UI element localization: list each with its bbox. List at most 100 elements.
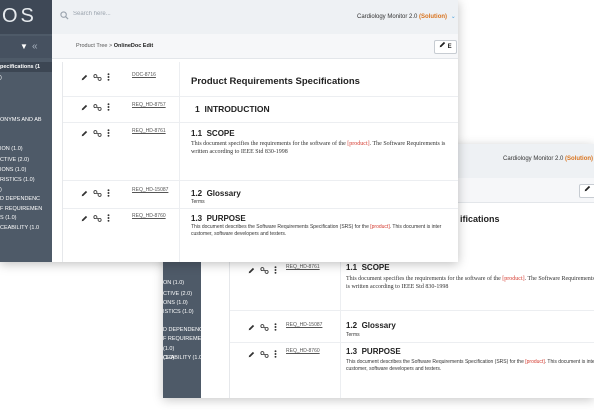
document-area: DOC-8716 Product Requirements Specificat… — [62, 62, 458, 262]
tree-item[interactable]: D DEPENDENC — [163, 327, 203, 333]
tree-item[interactable]: ION (1.0) — [0, 146, 23, 152]
document-id[interactable]: DOC-8716 — [132, 72, 156, 78]
link-icon[interactable] — [93, 129, 102, 137]
search-input[interactable] — [73, 11, 193, 17]
row-divider — [63, 208, 458, 209]
more-icon[interactable] — [274, 323, 277, 331]
row-actions — [81, 214, 110, 222]
tree-item[interactable]: F REQUIREMEN — [163, 336, 205, 342]
pencil-icon[interactable] — [248, 351, 255, 358]
requirement-id[interactable]: REQ_HD-15087 — [132, 187, 168, 193]
tree-item[interactable]: ISTICS (1.0) — [163, 309, 194, 315]
tree-item[interactable]: IONS (1.0) — [0, 167, 26, 173]
tree-item[interactable]: S (1.0) — [0, 215, 17, 221]
row-actions — [81, 103, 110, 111]
edit-button[interactable] — [579, 184, 594, 198]
sidebar-controls: ▼ « — [0, 36, 52, 58]
more-icon[interactable] — [107, 129, 110, 137]
body-text: This document describes the Software Req… — [346, 359, 526, 365]
project-selector[interactable]: Cardiology Monitor 2.0 (Solution) ⌄ — [357, 13, 456, 20]
section-heading: 1.1 SCOPE — [191, 129, 235, 138]
link-icon[interactable] — [93, 214, 102, 222]
pencil-icon[interactable] — [81, 190, 88, 197]
section-body: This document describes the Software Req… — [191, 224, 457, 238]
tree-item[interactable]: ON (1.0) — [163, 280, 184, 286]
tree-item[interactable]: (1.0) — [163, 346, 174, 352]
tree-item[interactable]: ONS (1.0) — [163, 300, 188, 306]
tree-item[interactable]: CTIVE (2.0) — [163, 291, 192, 297]
requirement-id[interactable]: REQ_HD-8757 — [132, 102, 166, 108]
breadcrumb: Product Tree > OnlineDoc Edit — [76, 43, 153, 49]
more-icon[interactable] — [107, 103, 110, 111]
pencil-icon[interactable] — [81, 215, 88, 222]
breadcrumb-root[interactable]: Product Tree — [76, 43, 108, 49]
body-text: This document describes the Software Req… — [191, 224, 371, 230]
pencil-icon[interactable] — [248, 324, 255, 331]
edit-button[interactable]: E — [434, 40, 457, 54]
logo-bar: OS — [0, 0, 52, 34]
link-icon[interactable] — [260, 266, 269, 274]
row-actions — [81, 73, 110, 81]
project-name: Cardiology Monitor 2.0 — [503, 156, 564, 162]
row-actions — [248, 266, 277, 274]
section-body: This document specifies the requirements… — [191, 140, 457, 156]
pencil-icon[interactable] — [81, 74, 88, 81]
section-title: Glossary — [361, 321, 396, 330]
project-selector[interactable]: Cardiology Monitor 2.0 (Solution) — [503, 156, 593, 162]
more-icon[interactable] — [107, 189, 110, 197]
requirement-id[interactable]: REQ_HD-8761 — [286, 264, 320, 270]
product-placeholder: [product] — [370, 224, 390, 230]
breadcrumb-separator: > — [109, 43, 113, 49]
breadcrumb-bar: Product Tree > OnlineDoc Edit E — [52, 34, 458, 59]
tree-item[interactable]: ) — [0, 75, 2, 81]
tree-item[interactable]: pecifications (1 — [0, 64, 40, 70]
section-number: 1.2 — [346, 321, 358, 330]
link-icon[interactable] — [93, 103, 102, 111]
row-actions — [248, 323, 277, 331]
app-logo[interactable]: OS — [2, 5, 37, 28]
document-title: ifications — [460, 214, 500, 224]
edit-button-label: E — [447, 44, 452, 50]
requirement-id[interactable]: REQ_HD-15087 — [286, 322, 322, 328]
link-icon[interactable] — [93, 73, 102, 81]
more-icon[interactable] — [274, 266, 277, 274]
section-number: 1.3 — [191, 214, 203, 223]
row-actions — [81, 189, 110, 197]
search-icon — [60, 11, 69, 20]
section-title: SCOPE — [361, 263, 390, 272]
chevron-down-icon: ⌄ — [450, 14, 456, 20]
tree-item[interactable]: ONYMS AND AB — [0, 117, 42, 123]
link-icon[interactable] — [93, 189, 102, 197]
row-divider — [63, 122, 458, 123]
requirement-id[interactable]: REQ_HD-8760 — [132, 213, 166, 219]
more-icon[interactable] — [274, 350, 277, 358]
tree-item[interactable]: CTIVE (2.0) — [0, 157, 29, 163]
row-actions — [248, 350, 277, 358]
tree-item[interactable]: D DEPENDENC — [0, 196, 40, 202]
pencil-icon[interactable] — [248, 267, 255, 274]
more-icon[interactable] — [107, 73, 110, 81]
link-icon[interactable] — [260, 323, 269, 331]
section-heading: 1.2 Glossary — [191, 189, 241, 198]
collapse-sidebar-icon[interactable]: « — [32, 41, 38, 52]
tree-item[interactable]: ) — [0, 187, 2, 193]
section-heading: 1 INTRODUCTION — [195, 104, 270, 114]
pencil-icon[interactable] — [81, 130, 88, 137]
tree-item[interactable]: CEABILITY (1.0 — [0, 225, 39, 231]
link-icon[interactable] — [260, 350, 269, 358]
row-divider — [230, 342, 594, 343]
dropdown-caret-icon[interactable]: ▼ — [20, 42, 28, 51]
tree-item[interactable]: RISTICS (1.0) — [0, 177, 35, 183]
requirement-id[interactable]: REQ_HD-8760 — [286, 348, 320, 354]
body-text: This document specifies the requirements… — [191, 141, 348, 147]
requirement-id[interactable]: REQ_HD-8761 — [132, 128, 166, 134]
more-icon[interactable] — [107, 214, 110, 222]
sidebar: OS ▼ « pecifications (1 ) ONYMS AND AB I… — [0, 0, 52, 262]
pencil-icon — [439, 41, 446, 48]
tree-item[interactable]: F REQUIREMEN — [0, 206, 42, 212]
top-bar: Cardiology Monitor 2.0 (Solution) ⌄ — [52, 0, 458, 35]
pencil-icon[interactable] — [81, 104, 88, 111]
section-number: 1.3 — [346, 347, 358, 356]
tree-item[interactable]: CEABILITY (1.0) — [163, 355, 204, 361]
section-number: 1.1 — [346, 263, 358, 272]
